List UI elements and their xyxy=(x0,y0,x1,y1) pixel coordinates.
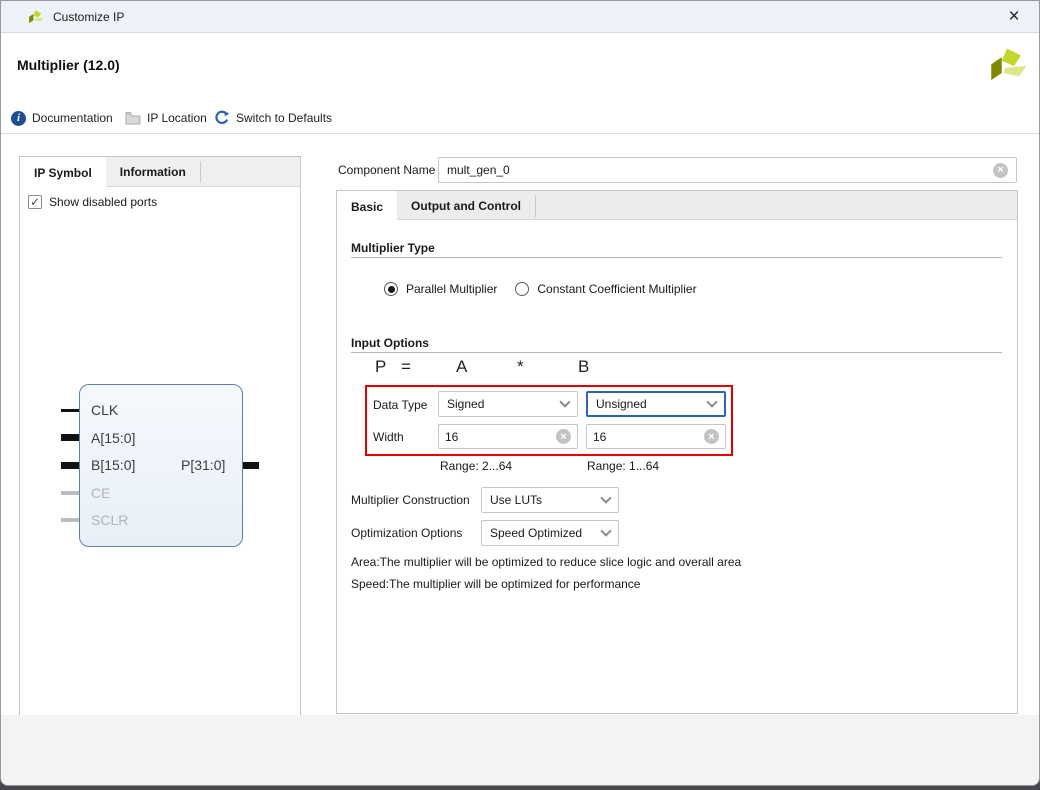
xilinx-logo-icon xyxy=(27,9,44,26)
tab-divider xyxy=(535,195,536,217)
tab-ip-symbol-label: IP Symbol xyxy=(34,166,92,180)
tab-information[interactable]: Information xyxy=(106,157,200,187)
p-port-stub xyxy=(243,462,259,469)
tab-basic[interactable]: Basic xyxy=(337,191,397,222)
documentation-label: Documentation xyxy=(32,111,113,125)
equation-star: * xyxy=(517,357,524,377)
tab-information-label: Information xyxy=(120,165,186,179)
chevron-down-icon xyxy=(600,492,611,503)
clk-port-stub xyxy=(61,409,79,412)
multiplier-construction-label: Multiplier Construction xyxy=(351,493,470,507)
chevron-down-icon xyxy=(559,396,570,407)
width-label: Width xyxy=(373,430,404,444)
b-width-input[interactable]: 16 × xyxy=(586,424,726,449)
a-width-input[interactable]: 16 × xyxy=(438,424,578,449)
a-width-value: 16 xyxy=(445,430,556,444)
optimization-options-dropdown[interactable]: Speed Optimized xyxy=(481,520,619,546)
ce-port-label: CE xyxy=(91,485,110,501)
tab-output-and-control-label: Output and Control xyxy=(411,199,521,213)
clear-icon[interactable]: × xyxy=(556,429,571,444)
tab-output-and-control[interactable]: Output and Control xyxy=(397,191,535,221)
equation-equals: = xyxy=(401,357,411,377)
a-port-stub xyxy=(61,434,79,441)
section-rule xyxy=(351,352,1002,353)
component-name-label: Component Name xyxy=(338,163,435,177)
show-disabled-ports-label: Show disabled ports xyxy=(49,195,157,209)
constant-coefficient-label: Constant Coefficient Multiplier xyxy=(537,282,696,296)
component-name-input[interactable]: mult_gen_0 × xyxy=(438,157,1017,183)
b-port-stub xyxy=(61,462,79,469)
options-tab-strip: Basic Output and Control xyxy=(337,191,1017,220)
multiplier-type-radios: Parallel Multiplier Constant Coefficient… xyxy=(384,282,707,296)
b-data-type-value: Unsigned xyxy=(596,397,708,411)
documentation-button[interactable]: i Documentation xyxy=(11,109,113,127)
multiplier-construction-dropdown[interactable]: Use LUTs xyxy=(481,487,619,513)
component-name-value: mult_gen_0 xyxy=(447,163,993,177)
show-disabled-ports-checkbox[interactable]: ✓ xyxy=(28,195,42,209)
customize-ip-dialog: Customize IP × Multiplier (12.0) i Docum… xyxy=(0,0,1040,786)
info-icon: i xyxy=(11,111,26,126)
constant-coefficient-radio[interactable] xyxy=(515,282,529,296)
b-width-value: 16 xyxy=(593,430,704,444)
a-data-type-dropdown[interactable]: Signed xyxy=(438,391,578,417)
chevron-down-icon xyxy=(706,396,717,407)
b-data-type-dropdown[interactable]: Unsigned xyxy=(586,391,726,417)
optimization-options-label: Optimization Options xyxy=(351,526,462,540)
sclr-port-label: SCLR xyxy=(91,512,128,528)
speed-note: Speed:The multiplier will be optimized f… xyxy=(351,577,640,591)
multiplier-construction-value: Use LUTs xyxy=(490,493,602,507)
show-disabled-ports-row[interactable]: ✓ Show disabled ports xyxy=(28,195,157,209)
optimization-options-value: Speed Optimized xyxy=(490,526,602,540)
a-data-type-value: Signed xyxy=(447,397,561,411)
window-title: Customize IP xyxy=(53,10,124,24)
multiplier-type-title: Multiplier Type xyxy=(351,241,435,255)
clear-icon[interactable]: × xyxy=(993,163,1008,178)
toolbar-divider xyxy=(1,133,1039,134)
area-note: Area:The multiplier will be optimized to… xyxy=(351,555,741,569)
folder-icon xyxy=(125,111,141,125)
refresh-icon xyxy=(214,110,230,126)
equation-p: P xyxy=(375,357,386,377)
clear-icon[interactable]: × xyxy=(704,429,719,444)
b-range-label: Range: 1...64 xyxy=(587,459,659,473)
data-type-label: Data Type xyxy=(373,398,427,412)
ce-port-stub xyxy=(61,491,79,495)
equation-a: A xyxy=(456,357,467,377)
left-tab-strip: IP Symbol Information xyxy=(20,157,300,187)
b-port-label: B[15:0] xyxy=(91,457,135,473)
a-range-label: Range: 2...64 xyxy=(440,459,512,473)
tab-ip-symbol[interactable]: IP Symbol xyxy=(20,157,106,188)
equation-b: B xyxy=(578,357,589,377)
sclr-port-stub xyxy=(61,518,79,522)
close-icon[interactable]: × xyxy=(1001,5,1027,29)
parallel-multiplier-radio[interactable] xyxy=(384,282,398,296)
parallel-multiplier-label: Parallel Multiplier xyxy=(406,282,497,296)
clk-port-label: CLK xyxy=(91,402,118,418)
title-bar: Customize IP × xyxy=(1,1,1039,33)
xilinx-logo xyxy=(986,45,1028,87)
tab-divider xyxy=(200,161,201,183)
section-rule xyxy=(351,257,1002,258)
ip-location-button[interactable]: IP Location xyxy=(125,109,207,127)
ip-location-label: IP Location xyxy=(147,111,207,125)
switch-to-defaults-label: Switch to Defaults xyxy=(236,111,332,125)
footer-bar: OK Cancel xyxy=(1,715,1039,786)
input-options-title: Input Options xyxy=(351,336,429,350)
switch-to-defaults-button[interactable]: Switch to Defaults xyxy=(214,109,332,127)
p-port-label: P[31:0] xyxy=(181,457,225,473)
a-port-label: A[15:0] xyxy=(91,430,135,446)
tab-basic-label: Basic xyxy=(351,200,383,214)
chevron-down-icon xyxy=(600,525,611,536)
page-title: Multiplier (12.0) xyxy=(17,57,120,73)
